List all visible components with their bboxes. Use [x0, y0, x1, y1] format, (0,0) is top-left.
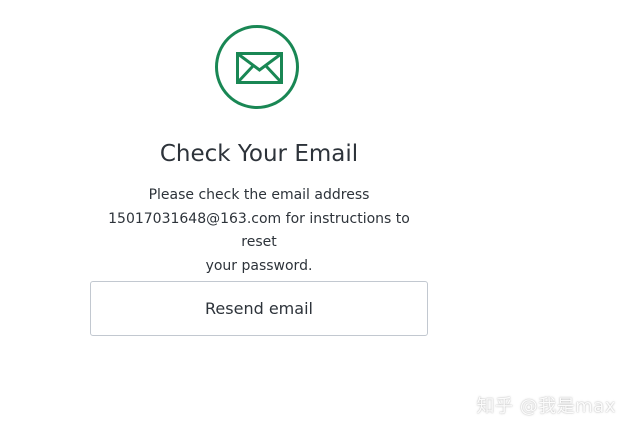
instructions-message: Please check the email address 150170316… — [90, 184, 428, 278]
message-line-2: 15017031648@163.com for instructions to … — [108, 210, 410, 251]
watermark: 知乎 @我是max — [476, 396, 616, 417]
resend-email-button[interactable]: Resend email — [90, 281, 428, 336]
page-title: Check Your Email — [159, 141, 359, 167]
envelope-icon — [236, 52, 283, 84]
check-email-page: Check Your Email Please check the email … — [0, 0, 622, 426]
message-line-3: your password. — [205, 257, 313, 274]
message-line-1: Please check the email address — [148, 187, 370, 203]
envelope-icon-badge — [215, 25, 299, 109]
